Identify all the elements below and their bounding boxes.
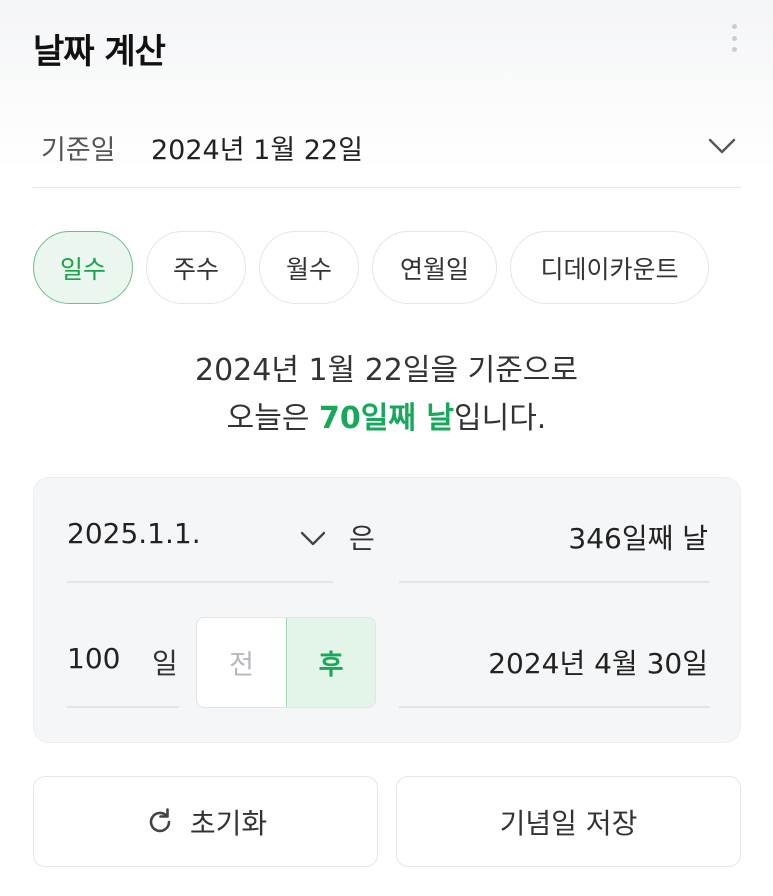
tab-months[interactable]: 월수 [259,231,359,304]
date-result-underline [399,581,710,583]
reset-button[interactable]: 초기화 [33,776,378,867]
chevron-down-icon[interactable] [707,130,737,160]
days-underline [67,706,179,708]
before-button[interactable]: 전 [197,618,286,707]
chevron-down-icon[interactable] [299,524,327,552]
tab-ymd[interactable]: 연월일 [372,231,497,304]
tab-weeks[interactable]: 주수 [146,231,246,304]
base-date-label: 기준일 [41,135,116,166]
before-after-toggle: 전 후 [196,617,376,708]
calc-type-tabs: 일수 주수 월수 연월일 디데이카운트 [0,231,773,305]
summary-text: 2024년 1월 22일을 기준으로 오늘은 70일째 날입니다. [0,347,773,443]
more-options-icon[interactable] [729,24,739,52]
save-anniversary-button[interactable]: 기념일 저장 [396,776,741,867]
days-input[interactable]: 100 [67,642,120,675]
summary-prefix: 오늘은 [226,401,319,436]
summary-line-1: 2024년 1월 22일을 기준으로 [194,353,579,388]
target-date-value[interactable]: 2025.1.1. [67,517,201,550]
after-button[interactable]: 후 [286,618,375,707]
calculator-card: 2025.1.1. 은 346일째 날 100 일 전 후 2024년 4월 3… [33,477,741,743]
refresh-icon [149,807,171,832]
date-particle: 은 [349,522,375,555]
tab-dday-count[interactable]: 디데이카운트 [510,231,709,304]
summary-suffix: 입니다. [454,401,547,436]
base-date-value: 2024년 1월 22일 [151,135,363,166]
tab-days[interactable]: 일수 [33,231,133,304]
date-result: 346일째 날 [568,522,708,555]
summary-line-2: 오늘은 70일째 날입니다. [0,395,773,443]
days-result: 2024년 4월 30일 [488,647,708,680]
page-title: 날짜 계산 [33,32,166,72]
base-date-selector[interactable]: 기준일 2024년 1월 22일 [33,110,741,188]
days-unit: 일 [152,647,178,680]
save-label: 기념일 저장 [499,806,638,840]
date-underline [67,581,333,583]
summary-highlight: 70일째 날 [319,401,454,436]
reset-label: 초기화 [189,806,268,840]
days-result-underline [399,706,710,708]
